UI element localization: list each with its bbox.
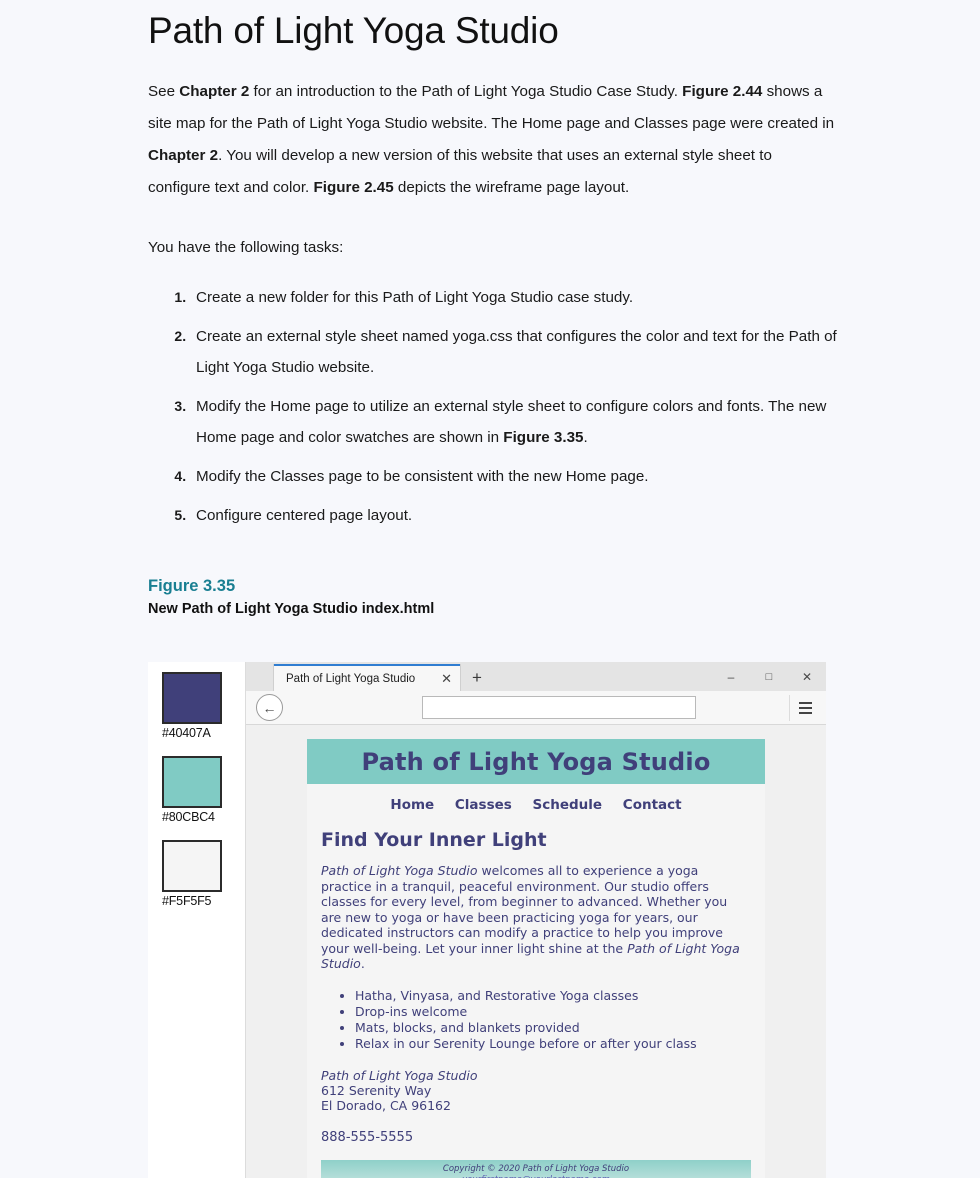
site-header: Path of Light Yoga Studio [307, 739, 765, 784]
intro-bold-chapter2-b: Chapter 2 [148, 147, 219, 165]
window-controls: – □ ✕ [712, 662, 826, 691]
hamburger-bar [798, 711, 812, 714]
intro-text-2: for an introduction to the Path of Light… [249, 83, 683, 101]
swatch-item: #80CBC4 [162, 756, 245, 824]
site-address: Path of Light Yoga Studio 612 Serenity W… [321, 1068, 751, 1113]
intro-bold-chapter2-a: Chapter 2 [179, 83, 250, 101]
browser-titlebar: Path of Light Yoga Studio ✕ + – □ ✕ [246, 662, 826, 691]
nav-link-schedule[interactable]: Schedule [533, 797, 603, 813]
swatch-hex-label: #80CBC4 [162, 810, 215, 824]
tab-title: Path of Light Yoga Studio [286, 672, 416, 685]
browser-tab[interactable]: Path of Light Yoga Studio ✕ [274, 664, 460, 691]
new-tab-icon[interactable]: + [460, 669, 494, 686]
list-item: Configure centered page layout. [190, 500, 838, 531]
figure-image: #40407A #80CBC4 #F5F5F5 Path of Light Yo… [148, 662, 826, 1178]
site-title: Path of Light Yoga Studio [361, 747, 711, 776]
site-heading: Find Your Inner Light [321, 829, 547, 851]
task-list: Create a new folder for this Path of Lig… [148, 282, 838, 531]
nav-link-contact[interactable]: Contact [623, 797, 682, 813]
hamburger-bar [798, 706, 812, 709]
nav-link-home[interactable]: Home [390, 797, 434, 813]
site-phone: 888-555-5555 [321, 1129, 414, 1145]
swatch-color-box [162, 756, 222, 808]
tasks-lead: You have the following tasks: [148, 239, 344, 257]
footer-email-link[interactable]: yourfirstname@yourlastname.com [321, 1175, 751, 1178]
swatch-color-box [162, 840, 222, 892]
intro-bold-figure245: Figure 2.45 [313, 179, 394, 197]
list-item: Modify the Classes page to be consistent… [190, 461, 838, 492]
intro-bold-figure244: Figure 2.44 [682, 83, 763, 101]
swatch-item: #40407A [162, 672, 245, 740]
swatch-hex-label: #40407A [162, 726, 211, 740]
intro-text-5: depicts the wireframe page layout. [393, 179, 630, 197]
list-item: Drop-ins welcome [355, 1004, 751, 1020]
list-item: Hatha, Vinyasa, and Restorative Yoga cla… [355, 988, 751, 1004]
swatch-hex-label: #F5F5F5 [162, 894, 212, 908]
document-content: Path of Light Yoga Studio See Chapter 2 … [148, 0, 838, 617]
site-paragraph-text-2: . [360, 956, 365, 971]
hamburger-menu-icon[interactable] [789, 694, 820, 721]
maximize-icon[interactable]: □ [750, 662, 788, 691]
document-page: Path of Light Yoga Studio See Chapter 2 … [0, 0, 980, 1178]
list-item: Relax in our Serenity Lounge before or a… [355, 1036, 751, 1052]
browser-viewport: Path of Light Yoga Studio Home Classes S… [246, 725, 826, 1178]
footer-copyright: Copyright © 2020 Path of Light Yoga Stud… [442, 1163, 630, 1174]
swatch-color-box [162, 672, 222, 724]
site-footer: Copyright © 2020 Path of Light Yoga Stud… [321, 1159, 751, 1178]
color-swatch-panel: #40407A #80CBC4 #F5F5F5 [148, 662, 245, 1178]
address-input[interactable] [422, 696, 696, 719]
list-item: Create an external style sheet named yog… [190, 321, 838, 383]
nav-link-classes[interactable]: Classes [455, 797, 512, 813]
site-feature-list: Hatha, Vinyasa, and Restorative Yoga cla… [321, 988, 751, 1052]
site-intro-paragraph: Path of Light Yoga Studio welcomes all t… [321, 863, 751, 972]
site-wrapper: Path of Light Yoga Studio Home Classes S… [307, 739, 765, 1178]
browser-toolbar: ← [246, 691, 826, 725]
hamburger-bar [798, 701, 812, 704]
list-item: Modify the Home page to utilize an exter… [190, 391, 838, 453]
browser-window: Path of Light Yoga Studio ✕ + – □ ✕ ← Pa… [245, 662, 826, 1178]
back-arrow-icon[interactable]: ← [256, 694, 283, 721]
task-3-figure-ref: Figure 3.35 [503, 429, 584, 447]
list-item: Create a new folder for this Path of Lig… [190, 282, 838, 313]
task-3-post: . [583, 429, 588, 447]
close-icon[interactable]: ✕ [788, 662, 826, 691]
intro-text-1: See [148, 83, 180, 101]
address-studio-name: Path of Light Yoga Studio [321, 1067, 478, 1083]
page-title: Path of Light Yoga Studio [148, 10, 559, 51]
intro-paragraph: See Chapter 2 for an introduction to the… [148, 76, 838, 204]
site-nav: Home Classes Schedule Contact [307, 784, 765, 813]
site-main-content: Find Your Inner Light Path of Light Yoga… [307, 813, 765, 1145]
address-street: 612 Serenity Way [321, 1082, 432, 1098]
tabbar-left-gap [246, 662, 274, 691]
figure-label: Figure 3.35 [148, 577, 236, 596]
studio-name-emphasis: Path of Light Yoga Studio [321, 863, 478, 878]
swatch-item: #F5F5F5 [162, 840, 245, 908]
tab-close-icon[interactable]: ✕ [441, 672, 452, 685]
minimize-icon[interactable]: – [712, 662, 750, 691]
figure-caption: New Path of Light Yoga Studio index.html [148, 601, 435, 618]
list-item: Mats, blocks, and blankets provided [355, 1020, 751, 1036]
address-city-state-zip: El Dorado, CA 96162 [321, 1097, 451, 1113]
